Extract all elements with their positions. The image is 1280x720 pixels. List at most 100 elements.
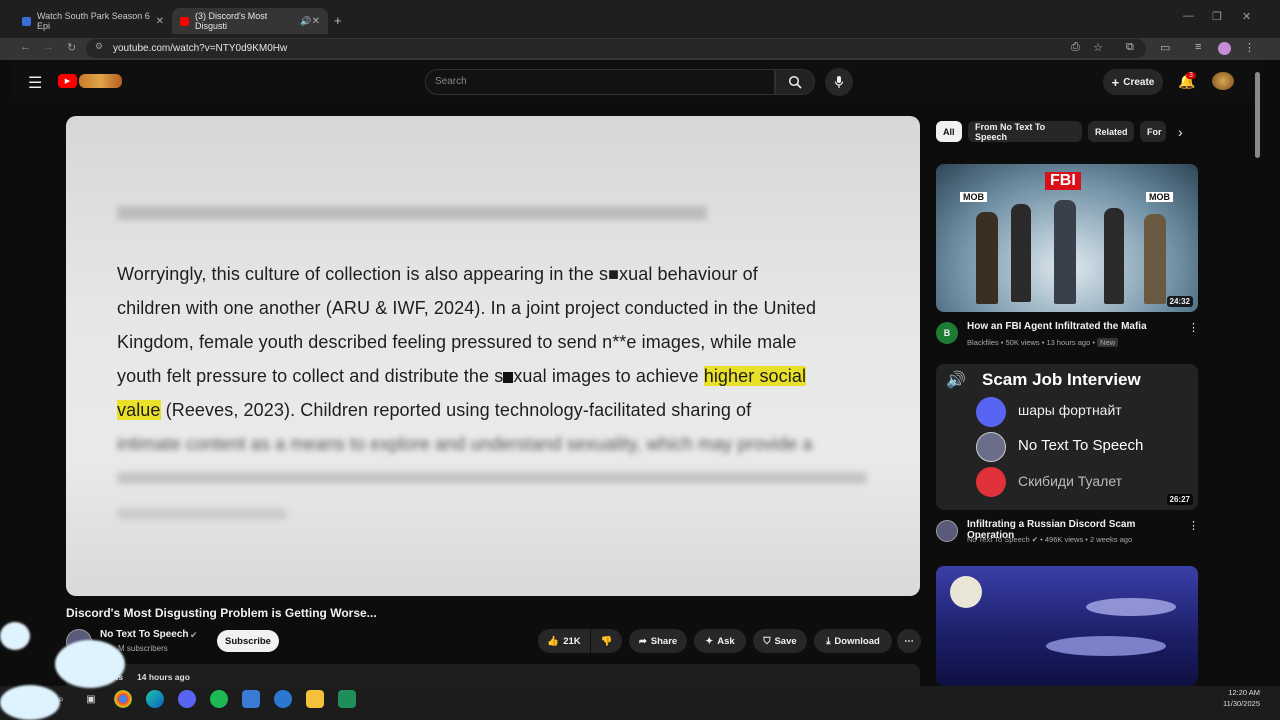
restore-icon[interactable]: ❐	[1212, 10, 1222, 23]
file-explorer-icon[interactable]	[306, 690, 324, 708]
video-thumbnail[interactable]: FBI MOB MOB 24:32	[936, 164, 1198, 312]
search-icon	[788, 75, 802, 89]
recommendation-title[interactable]: How an FBI Agent Infiltrated the Mafia	[967, 321, 1177, 332]
close-icon[interactable]: ✕	[156, 16, 164, 27]
browser-tab-active[interactable]: (3) Discord's Most Disgusti 🔊 ✕	[172, 8, 328, 34]
outlook-icon[interactable]	[274, 690, 292, 708]
video-thumbnail[interactable]: 🔊 Scam Job Interview шары фортнайт No Te…	[936, 364, 1198, 510]
new-badge: New	[1097, 338, 1119, 347]
chip-for-you[interactable]: For	[1140, 121, 1166, 142]
channel-avatar[interactable]	[936, 520, 958, 542]
subscribe-button[interactable]: Subscribe	[217, 630, 279, 652]
thumbs-up-icon: 👍	[547, 635, 560, 647]
upload-age: 14 hours ago	[137, 672, 190, 682]
reading-list-icon[interactable]: ≡	[1195, 41, 1201, 53]
video-duration: 24:32	[1166, 296, 1193, 307]
app-icon[interactable]	[338, 690, 356, 708]
page-scrollbar[interactable]	[1255, 72, 1260, 158]
chrome-icon[interactable]	[114, 690, 132, 708]
store-icon[interactable]	[242, 690, 260, 708]
caption-line: value (Reeves, 2023). Children reported …	[117, 400, 751, 421]
clock-time[interactable]: 12:20 AM	[1218, 688, 1260, 697]
video-duration: 26:27	[1166, 494, 1193, 505]
video-player[interactable]: Worryingly, this culture of collection i…	[66, 116, 920, 596]
saucer-shape	[1046, 636, 1166, 656]
thumbnail-label: FBI	[1045, 172, 1081, 190]
search-box[interactable]: Search	[425, 69, 775, 95]
figure-silhouette	[1011, 204, 1031, 302]
tab-label: Watch South Park Season 6 Epi	[37, 11, 150, 31]
chip-all[interactable]: All	[936, 121, 962, 142]
chip-from-channel[interactable]: From No Text To Speech	[968, 121, 1082, 142]
extensions-icon[interactable]: ⧉	[1126, 41, 1134, 54]
chevron-right-icon[interactable]: ›	[1178, 124, 1183, 140]
reload-icon[interactable]: ↻	[67, 41, 76, 54]
caption-line: Worryingly, this culture of collection i…	[117, 264, 758, 284]
doodle-logo[interactable]	[79, 74, 122, 88]
save-button[interactable]: ⛉ Save	[753, 629, 807, 653]
back-icon[interactable]: ←	[20, 41, 31, 53]
cast-icon[interactable]: ▭	[1160, 41, 1170, 54]
install-icon[interactable]: ⎙	[1071, 41, 1080, 54]
create-button[interactable]: + Create	[1103, 69, 1163, 95]
ask-button[interactable]: ✦ Ask	[694, 629, 746, 653]
channel-name[interactable]: No Text To Speech	[967, 535, 1030, 544]
figure-silhouette	[1054, 200, 1076, 304]
thumbnail-row: Скибиди Туалет	[1018, 473, 1123, 489]
channel-avatar[interactable]: B	[936, 322, 958, 344]
search-button[interactable]	[775, 69, 815, 95]
moon-shape	[950, 576, 982, 608]
channel-name[interactable]: Blackfiles	[967, 338, 999, 347]
thumbnail-heading: Scam Job Interview	[982, 370, 1141, 389]
channel-name[interactable]: No Text To Speech	[100, 629, 189, 640]
chip-related[interactable]: Related	[1088, 121, 1134, 142]
more-actions-icon[interactable]: ⋯	[897, 629, 921, 653]
save-label: Save	[774, 635, 797, 647]
caption-text: xual images to achieve	[513, 366, 704, 386]
youtube-logo-icon[interactable]: ▶	[58, 74, 77, 88]
censor-block	[503, 371, 514, 383]
discord-icon[interactable]	[178, 690, 196, 708]
window-close-icon[interactable]: ✕	[1242, 10, 1251, 23]
share-label: Share	[650, 635, 678, 647]
minimize-icon[interactable]: —	[1183, 10, 1194, 22]
caption-line: youth felt pressure to collect and distr…	[117, 366, 807, 387]
new-tab-icon[interactable]: +	[334, 13, 342, 28]
saucer-shape	[1086, 598, 1176, 616]
search-input[interactable]: Search	[435, 76, 467, 87]
url-text[interactable]: youtube.com/watch?v=NTY0d9KM0Hw	[113, 43, 287, 54]
forward-icon[interactable]: →	[43, 41, 54, 53]
sparkle-icon: ✦	[705, 635, 714, 647]
download-button[interactable]: ⤓ Download	[814, 629, 892, 653]
bookmark-star-icon[interactable]: ☆	[1093, 41, 1103, 54]
edge-icon[interactable]	[146, 690, 164, 708]
video-thumbnail[interactable]	[936, 566, 1198, 686]
more-options-icon[interactable]: ⋮	[1188, 321, 1199, 334]
speaker-icon[interactable]: 🔊	[300, 16, 311, 27]
voice-search-button[interactable]	[825, 68, 853, 96]
site-info-icon[interactable]: ⚙	[95, 41, 103, 52]
browser-tab[interactable]: Watch South Park Season 6 Epi ✕	[14, 8, 172, 34]
thumbnail-label: MOB	[1146, 192, 1173, 202]
like-button[interactable]: 👍 21K	[538, 629, 590, 653]
description-box[interactable]	[66, 664, 920, 686]
tab-label: (3) Discord's Most Disgusti	[195, 11, 268, 31]
clock-date[interactable]: 11/30/2025	[1218, 699, 1260, 708]
hamburger-menu-icon[interactable]: ☰	[28, 73, 42, 93]
account-avatar[interactable]	[1212, 72, 1234, 90]
close-icon[interactable]: ✕	[312, 16, 320, 27]
blurred-text-line	[117, 472, 867, 484]
task-view-icon[interactable]: ▣	[82, 690, 100, 708]
thumbs-down-icon: 👎	[600, 635, 613, 647]
channel-logo-icon	[976, 432, 1006, 462]
more-options-icon[interactable]: ⋮	[1188, 519, 1199, 532]
share-button[interactable]: ➦ Share	[629, 629, 687, 653]
highlighted-text: higher social	[703, 366, 807, 386]
dislike-button[interactable]: 👎	[591, 629, 622, 653]
search-icon[interactable]: ⌕	[52, 690, 70, 708]
menu-kebab-icon[interactable]: ⋮	[1244, 41, 1255, 54]
spotify-icon[interactable]	[210, 690, 228, 708]
profile-avatar[interactable]	[1218, 42, 1231, 55]
subscriber-count: M subscribers	[118, 644, 168, 653]
blurred-caption-line: intimate content as a means to explore a…	[117, 434, 813, 454]
